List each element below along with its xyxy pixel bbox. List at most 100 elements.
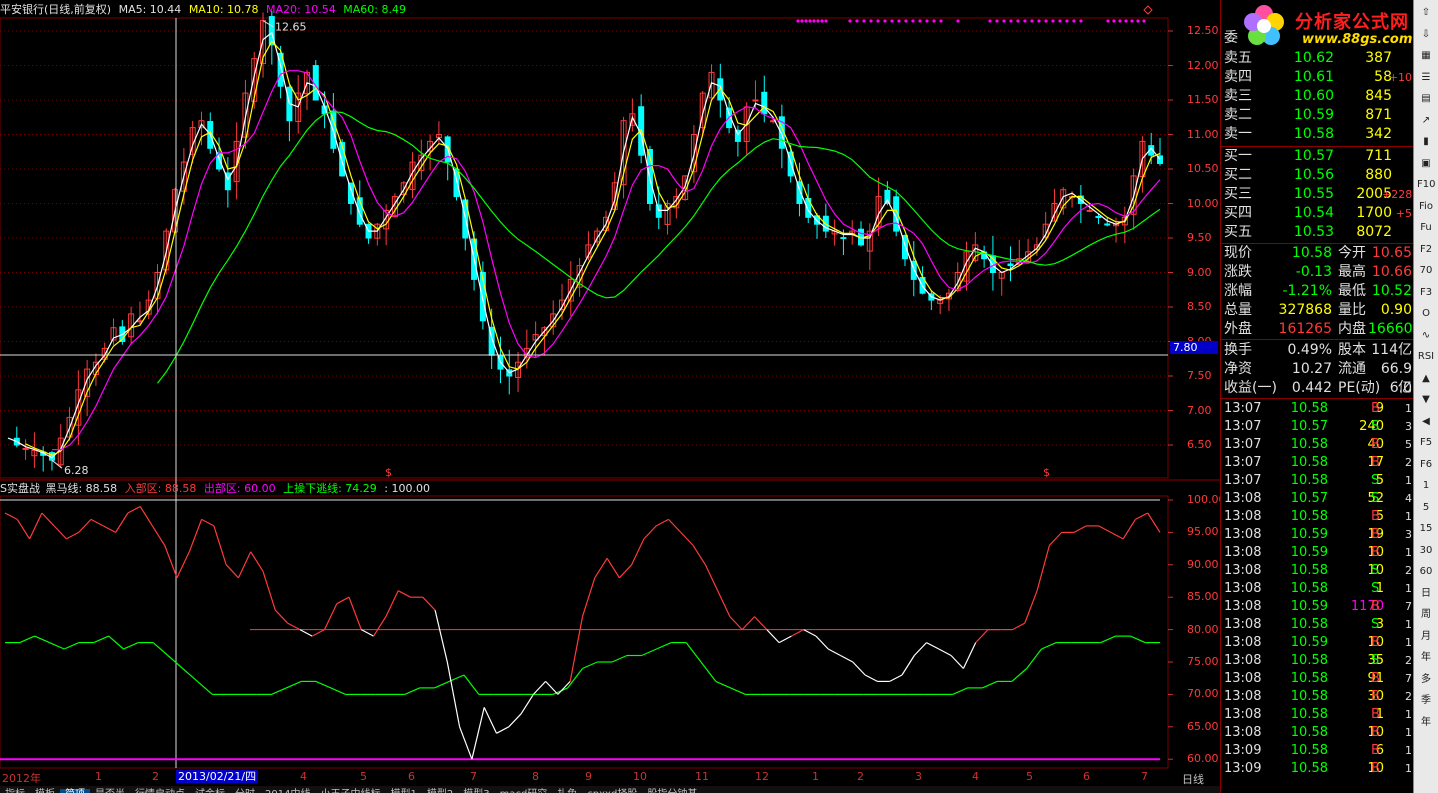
indicator-tab[interactable]: cpxxd择股 [582, 789, 642, 793]
order-book-row[interactable]: 卖五 10.62 387 [1222, 49, 1412, 68]
up-icon[interactable]: ▲ [1417, 370, 1435, 387]
info-value: 6.0 [1389, 380, 1412, 396]
toolbar-button[interactable]: F6 [1417, 456, 1435, 473]
order-book-row[interactable]: 买五 10.53 8072 [1222, 223, 1412, 242]
black-horse-line [151, 525, 166, 546]
black-horse-line [1012, 622, 1026, 631]
toolbar-button[interactable]: 15 [1417, 520, 1435, 537]
table-icon[interactable]: ▣ [1417, 155, 1435, 172]
order-book-row[interactable]: 买一 10.57 711 [1222, 147, 1412, 166]
toolbar-button[interactable]: 年 [1417, 649, 1435, 666]
black-horse-line [311, 629, 325, 637]
indicator-tab[interactable]: macd研究 [495, 789, 553, 793]
signal-marker [883, 19, 887, 23]
toolbar-button[interactable]: 1 [1417, 477, 1435, 494]
list-icon[interactable]: ☰ [1417, 69, 1435, 86]
wave-icon[interactable]: ∿ [1417, 327, 1435, 344]
indicator-tab[interactable]: 是否半 [90, 789, 130, 793]
toolbar-button[interactable]: 60 [1417, 563, 1435, 580]
toolbar-button[interactable]: 季 [1417, 692, 1435, 709]
toolbar-button[interactable]: 月 [1417, 628, 1435, 645]
indicator-tab[interactable]: 小王子中线标 [315, 789, 385, 793]
tick-count: 1 [1405, 636, 1412, 649]
toolbar-button[interactable]: RSI [1417, 348, 1435, 365]
tick-time: 13:07 [1224, 455, 1262, 470]
toolbar-button[interactable]: F5 [1417, 434, 1435, 451]
tick-side: B [1371, 725, 1380, 740]
indicator-tab[interactable]: 简项 [60, 789, 90, 793]
order-book-row[interactable]: 买四 10.54 1700 +5 [1222, 204, 1412, 223]
toolbar-button[interactable]: Fio [1417, 198, 1435, 215]
black-horse-line [66, 531, 79, 540]
tick-time: 13:08 [1224, 671, 1262, 686]
order-book-row[interactable]: 卖四 10.61 58 +10 [1222, 68, 1412, 87]
indicator-tab[interactable]: 模型2 [422, 789, 458, 793]
indicator-tabs: 指标模板简项是否半行情启动点试金标分时2014中线小王子中线标模型1模型2模型3… [0, 786, 1220, 793]
toolbar-button[interactable]: F2 [1417, 241, 1435, 258]
grid2-icon[interactable]: ▤ [1417, 90, 1435, 107]
order-delta: +228 [1382, 188, 1413, 201]
order-book-row[interactable]: 卖三 10.60 845 [1222, 87, 1412, 106]
toolbar-button[interactable]: 5 [1417, 499, 1435, 516]
tick-time: 13:08 [1224, 725, 1262, 740]
tick-count: 3 [1405, 420, 1412, 433]
arrow-down-icon[interactable]: ⇩ [1417, 26, 1435, 43]
black-horse-line [741, 616, 755, 631]
toolbar-button[interactable]: 30 [1417, 542, 1435, 559]
signal-marker [1030, 19, 1034, 23]
order-book-row[interactable]: 买三 10.55 2005 +228 [1222, 185, 1412, 204]
black-horse-line [201, 518, 215, 527]
escape-line [463, 674, 480, 695]
chart-area[interactable]: 12.65 6.28 $ $ [0, 0, 1220, 793]
indicator-tab[interactable]: 模板 [30, 789, 60, 793]
black-horse-line [606, 557, 620, 579]
indicator-tab[interactable]: 试金标 [190, 789, 230, 793]
order-delta: +5 [1395, 207, 1412, 220]
black-horse-line [176, 551, 190, 579]
chart-line-icon[interactable]: ↗ [1417, 112, 1435, 129]
down-icon[interactable]: ▼ [1417, 391, 1435, 408]
indicator-tab[interactable]: 行情启动点 [130, 789, 190, 793]
indicator-tab[interactable]: 模型1 [385, 789, 421, 793]
diamond-icon [1143, 5, 1153, 15]
black-horse-line [618, 564, 633, 579]
grid-icon[interactable]: ▦ [1417, 47, 1435, 64]
left-icon[interactable]: ◀ [1417, 413, 1435, 430]
indicator-tab[interactable]: 指标 [0, 789, 30, 793]
black-horse-line [188, 519, 203, 553]
indicator-tab[interactable]: 分时 [230, 789, 260, 793]
indicator-tab[interactable]: 扎兔 [552, 789, 582, 793]
indicator-tab[interactable]: 股指分钟基 [642, 789, 702, 793]
toolbar-button[interactable]: O [1417, 305, 1435, 322]
tick-side: S [1371, 491, 1380, 506]
signal-marker [995, 19, 999, 23]
toolbar-button[interactable]: 周 [1417, 606, 1435, 623]
indicator-tab[interactable]: 模型3 [458, 789, 494, 793]
order-book-row[interactable]: 卖一 10.58 342 [1222, 125, 1412, 144]
toolbar-button[interactable]: F3 [1417, 284, 1435, 301]
toolbar-button[interactable]: F10 [1417, 176, 1435, 193]
tick-time: 13:08 [1224, 545, 1262, 560]
candle-icon[interactable]: ▮ [1417, 133, 1435, 150]
info-label: 净资 [1224, 361, 1252, 377]
toolbar-button[interactable]: 年 [1417, 714, 1435, 731]
candle-body [1086, 209, 1093, 212]
black-horse-line [53, 525, 67, 540]
indicator-tab[interactable]: 2014中线 [260, 789, 315, 793]
period-label[interactable]: 日线 [1182, 771, 1204, 787]
black-horse-line [655, 518, 669, 527]
toolbar-button[interactable]: 多 [1417, 671, 1435, 688]
order-book-row[interactable]: 买二 10.56 880 [1222, 166, 1412, 185]
tick-price: 10.57 [1290, 491, 1328, 506]
toolbar-button[interactable]: Fu [1417, 219, 1435, 236]
black-horse-line [78, 518, 92, 533]
tick-time: 13:08 [1224, 617, 1262, 632]
order-book-row[interactable]: 卖二 10.59 871 [1222, 106, 1412, 125]
arrow-up-icon[interactable]: ⇧ [1417, 4, 1435, 21]
toolbar-button[interactable]: 70 [1417, 262, 1435, 279]
ma5-line [7, 31, 1161, 459]
sub-frame [0, 495, 1169, 769]
toolbar-button[interactable]: 日 [1417, 585, 1435, 602]
black-horse-line [852, 661, 866, 676]
black-horse-line [361, 629, 374, 637]
